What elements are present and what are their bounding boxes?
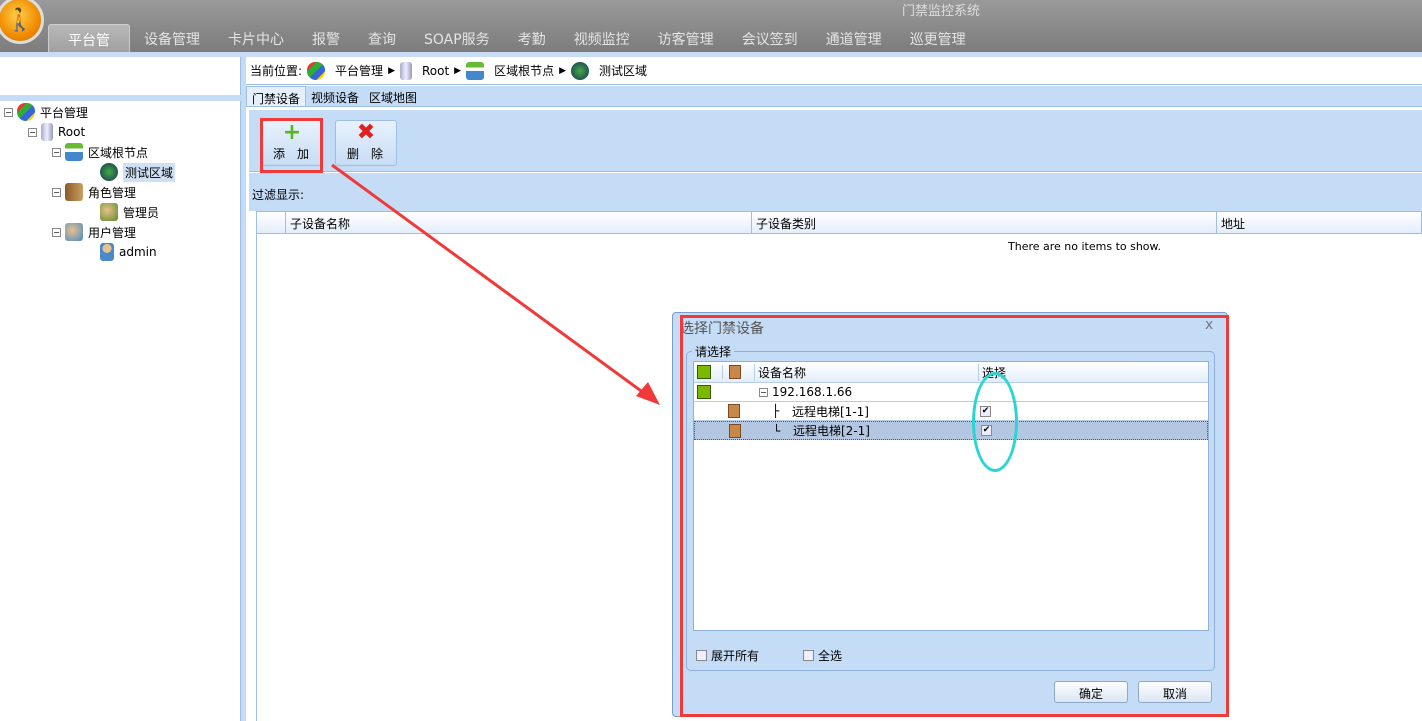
highlight-box [680,315,1229,717]
highlight-ellipse [972,372,1018,472]
highlight-box [260,118,323,173]
